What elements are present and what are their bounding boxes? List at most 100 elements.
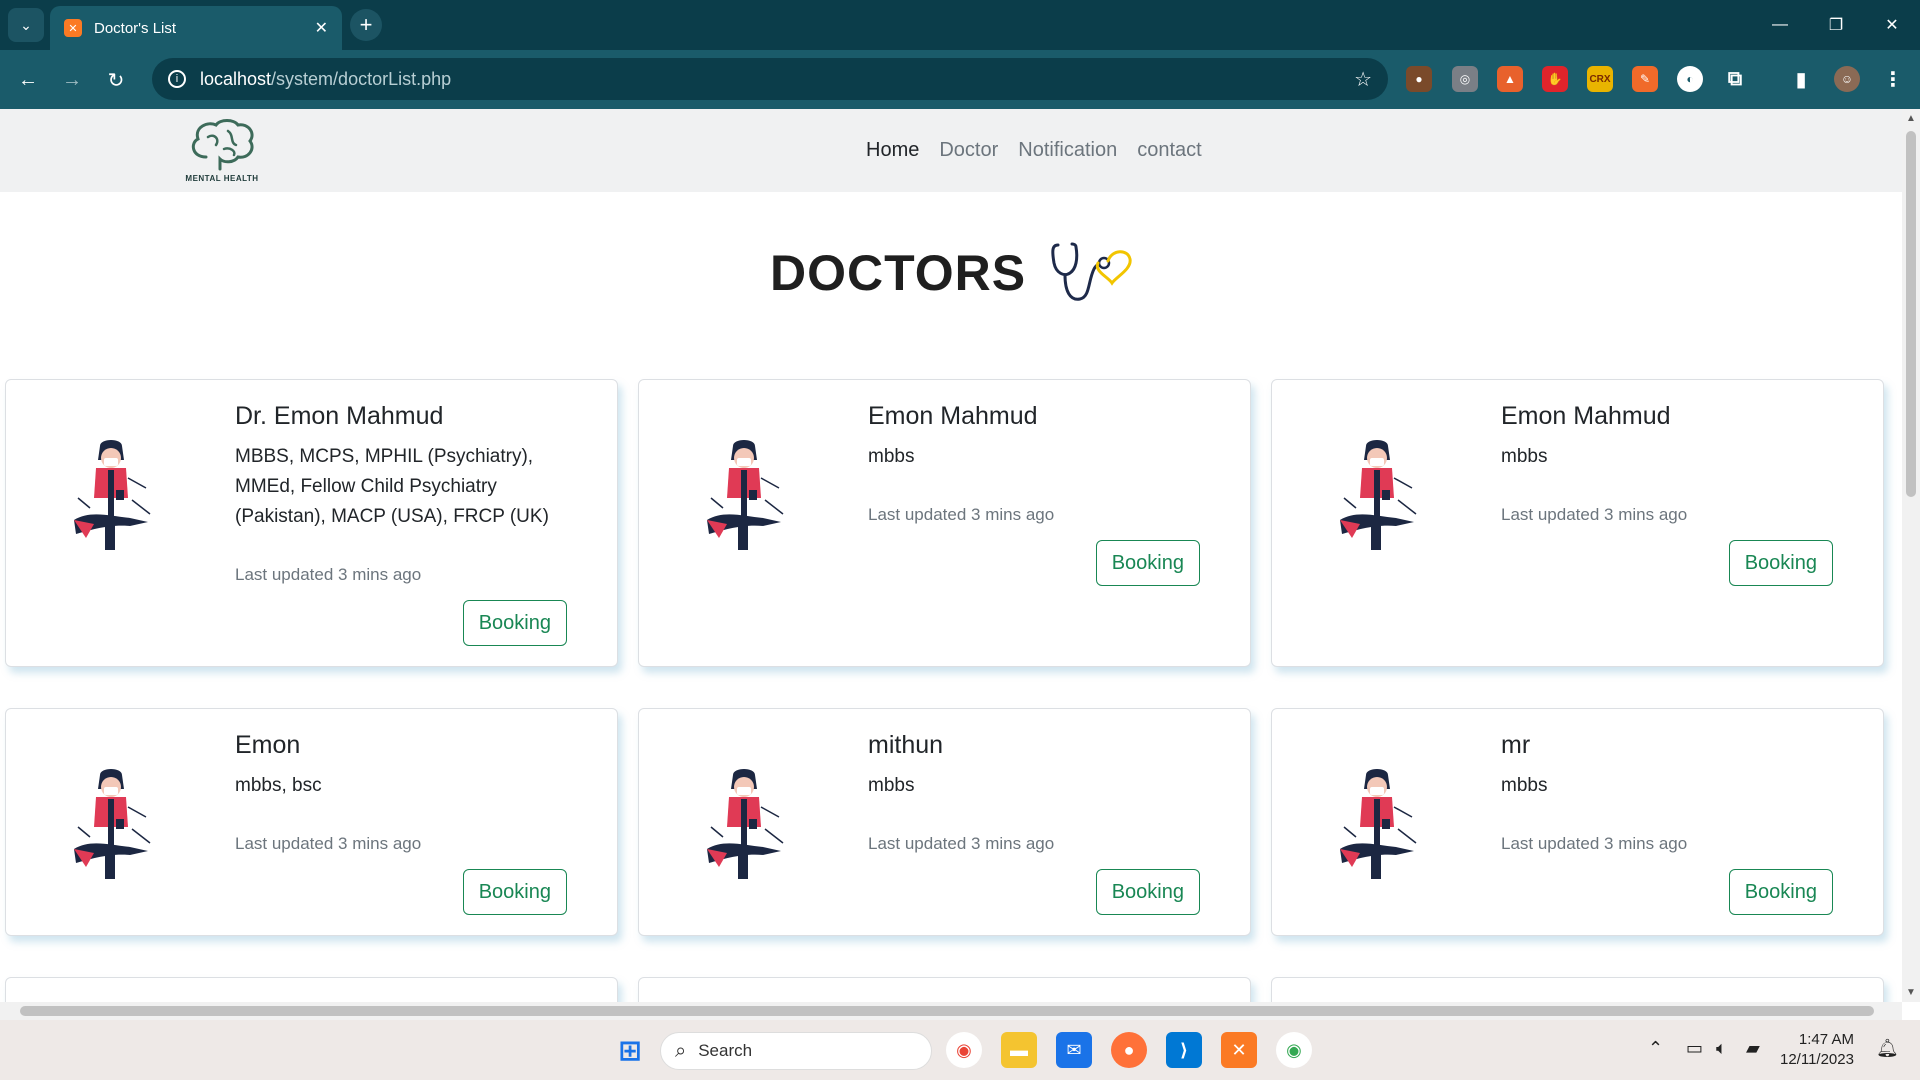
booking-button[interactable]: Booking (1728, 540, 1833, 586)
side-panel-icon[interactable]: ▮ (1788, 66, 1814, 92)
doctor-avatar (707, 440, 784, 550)
restore-icon[interactable]: ❐ (1808, 0, 1864, 50)
doctor-name: mithun (868, 731, 944, 759)
taskbar-search-label: Search (698, 1041, 753, 1060)
doctor-updated: Last updated 3 mins ago (1501, 505, 1688, 524)
page-title: DOCTORS (770, 245, 1027, 301)
doctor-qualifications: MBBS, MCPS, MPHIL (Psychiatry), MMEd, Fe… (235, 446, 549, 527)
nav-home[interactable]: Home (866, 139, 919, 162)
browser-tabbar: ⌄ ✕ Doctor's List ✕ + — ❐ ✕ (0, 0, 1920, 50)
extensions-puzzle-icon[interactable]: ⧉ (1722, 66, 1748, 92)
doctor-avatar (1340, 440, 1417, 550)
close-window-icon[interactable]: ✕ (1864, 0, 1920, 50)
booking-button[interactable]: Booking (1095, 869, 1200, 915)
profile-avatar[interactable]: ☺ (1834, 66, 1860, 92)
doctor-qualifications: mbbs (868, 775, 915, 796)
file-explorer-icon[interactable]: ▬ (1001, 1032, 1037, 1068)
taskbar-clock[interactable]: 1:47 AM 12/11/2023 (1780, 1030, 1854, 1070)
page-viewport: MENTAL HEALTH Home Doctor Notification c… (0, 109, 1902, 1002)
doctor-name: Emon (235, 731, 301, 759)
reload-icon[interactable]: ↻ (100, 64, 132, 96)
doctor-card-partial (5, 977, 618, 1002)
nav-notification[interactable]: Notification (1018, 139, 1117, 162)
scroll-up-icon[interactable]: ▲ (1906, 113, 1916, 124)
volume-icon[interactable]: 🔈︎ (1716, 1038, 1727, 1059)
url-host: localhost (200, 68, 272, 89)
stethoscope-heart-icon (1051, 242, 1132, 301)
doctor-name: mr (1501, 731, 1531, 759)
horizontal-scrollbar[interactable] (0, 1002, 1902, 1020)
window-controls: — ❐ ✕ (1752, 0, 1920, 50)
search-icon: ⌕ (675, 1039, 687, 1062)
doctor-avatar (707, 769, 784, 879)
fire-extension-icon[interactable]: ▲ (1497, 66, 1523, 92)
doctor-name: Emon Mahmud (868, 402, 1038, 430)
close-tab-icon[interactable]: ✕ (315, 18, 328, 38)
doctor-updated: Last updated 3 mins ago (868, 505, 1055, 524)
doctor-qualifications: mbbs (1501, 775, 1548, 796)
back-icon[interactable]: ← (12, 64, 44, 96)
chrome-icon[interactable]: ◉ (946, 1032, 982, 1068)
booking-button[interactable]: Booking (1728, 869, 1833, 915)
clock-time: 1:47 AM (1798, 1031, 1854, 1048)
doctor-updated: Last updated 3 mins ago (235, 834, 422, 853)
doctor-avatar (1340, 769, 1417, 879)
booking-button[interactable]: Booking (462, 869, 567, 915)
doctor-name: Emon Mahmud (1501, 402, 1671, 430)
site-info-icon[interactable]: i (168, 70, 186, 88)
booking-button[interactable]: Booking (462, 600, 567, 646)
horizontal-scroll-thumb[interactable] (20, 1006, 1874, 1016)
stop-extension-icon[interactable]: ✋ (1542, 66, 1568, 92)
bookmark-star-icon[interactable]: ☆ (1354, 67, 1372, 92)
site-navbar: MENTAL HEALTH Home Doctor Notification c… (0, 109, 1902, 192)
mail-icon[interactable]: ✉ (1056, 1032, 1092, 1068)
network-icon[interactable]: ▭ (1686, 1038, 1703, 1059)
chrome-profile-icon[interactable]: ◉ (1276, 1032, 1312, 1068)
tab-search-button[interactable]: ⌄ (8, 8, 44, 42)
circle-extension-icon[interactable]: ◐ (1677, 66, 1703, 92)
crx-extension-icon[interactable]: CRX (1587, 66, 1613, 92)
site-nav: Home Doctor Notification contact (866, 139, 1202, 162)
doctor-card-partial (1271, 977, 1884, 1002)
xampp-favicon-icon: ✕ (64, 19, 82, 37)
browser-toolbar: ← → ↻ i localhost/system/doctorList.php … (0, 50, 1920, 109)
taskbar-search[interactable]: ⌕ Search (660, 1032, 932, 1070)
forward-icon[interactable]: → (56, 64, 88, 96)
site-logo[interactable]: MENTAL HEALTH (184, 117, 260, 183)
tab-title: Doctor's List (94, 19, 177, 37)
doctor-card: mithun mbbs Last updated 3 mins ago Book… (638, 708, 1251, 936)
scroll-down-icon[interactable]: ▼ (1906, 987, 1916, 998)
doctor-card: mr mbbs Last updated 3 mins ago Booking (1271, 708, 1884, 936)
browser-menu-icon[interactable]: ⋮ (1880, 66, 1906, 92)
doctor-qualifications: mbbs (1501, 446, 1548, 467)
doctor-card: Emon Mahmud mbbs Last updated 3 mins ago… (1271, 379, 1884, 667)
battery-icon[interactable]: ▰ (1746, 1038, 1760, 1059)
nav-doctor[interactable]: Doctor (939, 139, 998, 162)
windows-start-icon[interactable]: ⊞ (612, 1032, 648, 1068)
browser-tab[interactable]: ✕ Doctor's List ✕ (50, 6, 342, 50)
notification-bell-icon[interactable]: 🔔︎ (1876, 1038, 1899, 1059)
booking-button[interactable]: Booking (1095, 540, 1200, 586)
doctor-card: Dr. Emon Mahmud MBBS, MCPS, MPHIL (Psych… (5, 379, 618, 667)
minimize-icon[interactable]: — (1752, 0, 1808, 50)
doctor-updated: Last updated 3 mins ago (235, 565, 422, 584)
doctor-card-partial (638, 977, 1251, 1002)
page-heading: DOCTORS (770, 233, 1136, 313)
brain-icon (191, 119, 254, 171)
doctor-qualifications: mbbs, bsc (235, 775, 322, 796)
tray-overflow-icon[interactable]: ⌃ (1648, 1038, 1663, 1059)
doctor-avatar (74, 769, 151, 879)
extension-icon[interactable]: ◎ (1452, 66, 1478, 92)
firefox-icon[interactable]: ● (1111, 1032, 1147, 1068)
vertical-scrollbar[interactable]: ▲ ▼ (1902, 109, 1920, 1002)
xampp-icon[interactable]: ✕ (1221, 1032, 1257, 1068)
doctor-qualifications: mbbs (868, 446, 915, 467)
vscode-icon[interactable]: ⟩ (1166, 1032, 1202, 1068)
vertical-scroll-thumb[interactable] (1906, 131, 1916, 497)
pen-extension-icon[interactable]: ✎ (1632, 66, 1658, 92)
cookie-extension-icon[interactable]: ● (1406, 66, 1432, 92)
address-bar[interactable]: i localhost/system/doctorList.php ☆ (152, 58, 1388, 100)
nav-contact[interactable]: contact (1137, 139, 1201, 162)
new-tab-button[interactable]: + (350, 9, 382, 41)
doctor-updated: Last updated 3 mins ago (1501, 834, 1688, 853)
